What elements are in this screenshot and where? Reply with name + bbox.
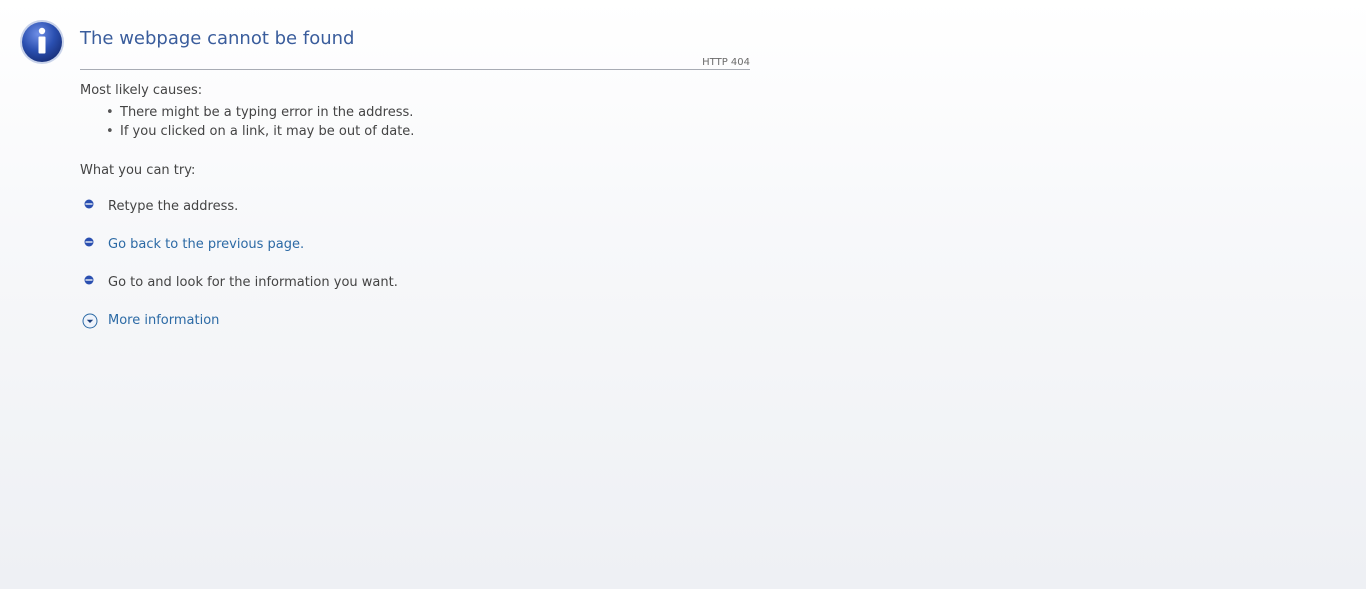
- list-item: • If you clicked on a link, it may be out…: [106, 124, 415, 139]
- info-icon: [20, 20, 64, 64]
- causes-heading: Most likely causes:: [80, 83, 203, 98]
- chevron-down-circle-icon[interactable]: [82, 313, 98, 329]
- title-divider: [80, 69, 750, 70]
- blue-bullet-icon: [84, 237, 94, 247]
- go-back-link[interactable]: Go back to the previous page.: [108, 236, 304, 254]
- bullet-dot-icon: •: [106, 105, 114, 120]
- http-status-code: HTTP 404: [702, 57, 750, 68]
- go-to-text: Go to and look for the information you w…: [108, 275, 398, 290]
- retype-text: Retype the address.: [108, 199, 239, 214]
- try-heading: What you can try:: [80, 163, 196, 178]
- blue-bullet-icon: [84, 199, 94, 209]
- bullet-dot-icon: •: [106, 124, 114, 139]
- blue-bullet-icon: [84, 275, 94, 285]
- more-information-link[interactable]: More information: [108, 312, 219, 330]
- list-item: • There might be a typing error in the ad…: [106, 105, 414, 120]
- page-title: The webpage cannot be found: [80, 28, 355, 49]
- causes-list: • There might be a typing error in the ad…: [106, 104, 414, 142]
